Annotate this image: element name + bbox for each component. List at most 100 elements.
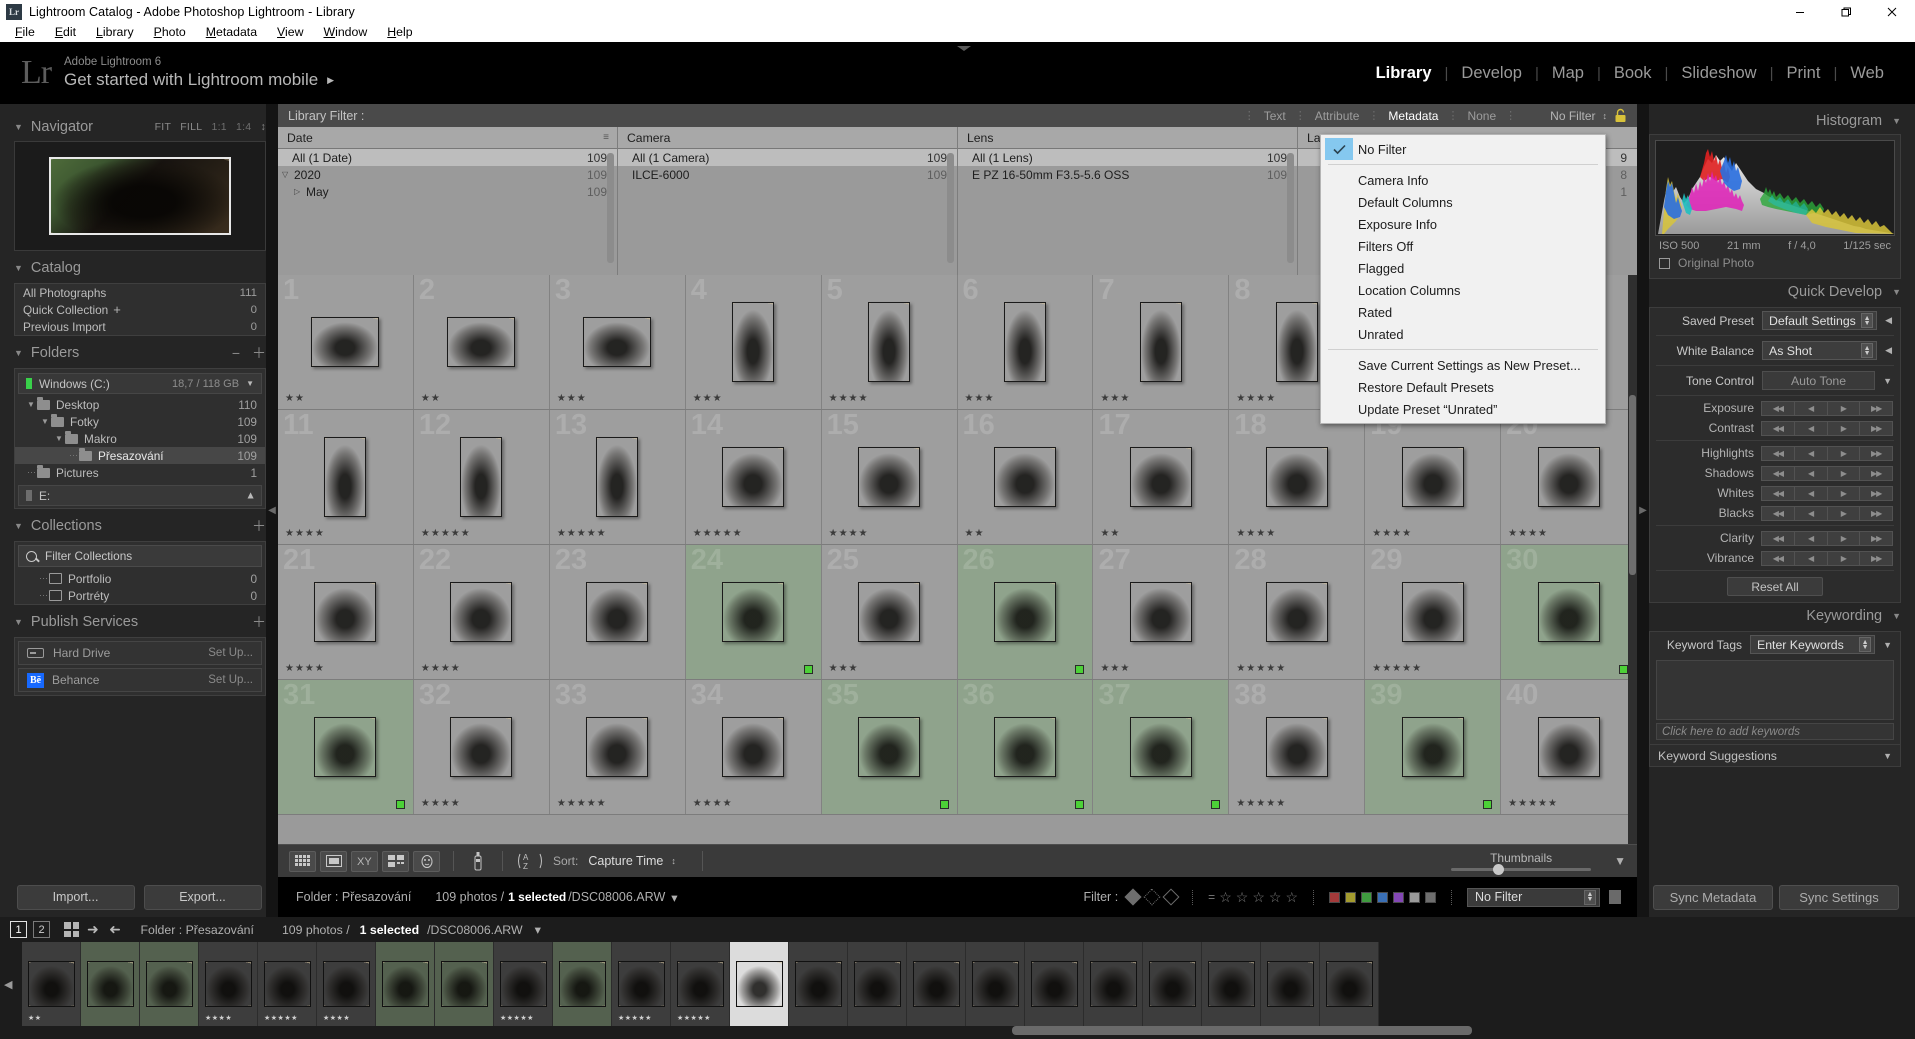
- grid-thumbnail[interactable]: [324, 437, 366, 517]
- filmstrip-thumbnail[interactable]: [1326, 961, 1373, 1007]
- increase-large-button[interactable]: ▶▶: [1859, 506, 1893, 521]
- grid-cell[interactable]: 12★★★★★: [414, 410, 550, 544]
- publish-item-setup[interactable]: Set Up...: [208, 674, 253, 686]
- grid-cell[interactable]: 16★★: [958, 410, 1094, 544]
- menu-window[interactable]: Window: [313, 23, 377, 42]
- grid-cell-rating[interactable]: ★★★: [965, 394, 995, 404]
- filter-row[interactable]: All (1 Date) 109: [278, 149, 617, 166]
- menu-help[interactable]: Help: [377, 23, 422, 42]
- filmstrip-thumbnail[interactable]: [795, 961, 842, 1007]
- grid-thumbnail[interactable]: [994, 582, 1056, 642]
- loupe-view-icon[interactable]: [320, 851, 347, 872]
- decrease-large-button[interactable]: ◀◀: [1761, 531, 1795, 546]
- filmstrip-cell[interactable]: [1320, 942, 1379, 1026]
- filmstrip-cell[interactable]: ★★: [22, 942, 81, 1026]
- zoom-fit[interactable]: FIT: [155, 121, 172, 133]
- survey-view-icon[interactable]: [382, 851, 409, 872]
- filmstrip-thumbnail[interactable]: [854, 961, 901, 1007]
- filter-tab-attribute[interactable]: Attribute: [1306, 109, 1369, 123]
- filter-column-scrollbar[interactable]: [607, 153, 614, 263]
- grid-cell[interactable]: 34★★★★: [686, 680, 822, 814]
- filmstrip-thumbnail[interactable]: [1267, 961, 1314, 1007]
- histogram-chart[interactable]: [1655, 140, 1895, 236]
- checkbox-icon[interactable]: [1659, 258, 1670, 269]
- menu-library[interactable]: Library: [86, 23, 144, 42]
- filmstrip-thumbnail[interactable]: [1149, 961, 1196, 1007]
- sync-settings-button[interactable]: Sync Settings: [1779, 885, 1899, 910]
- filter-row[interactable]: All (1 Camera) 109: [618, 149, 957, 166]
- chevron-left-icon[interactable]: ◀: [1885, 345, 1892, 356]
- color-swatch-blue[interactable]: [1377, 892, 1388, 903]
- grid-cell[interactable]: 3★★★: [550, 275, 686, 409]
- collapsed-indicator-icon[interactable]: ⋯: [39, 573, 49, 584]
- decrease-large-button[interactable]: ◀◀: [1761, 551, 1795, 566]
- grid-cell[interactable]: 22★★★★: [414, 545, 550, 679]
- status-filename-caret-icon[interactable]: ▾: [671, 890, 677, 905]
- stepper-icon[interactable]: ▲▼: [1859, 637, 1871, 652]
- volume-e[interactable]: E: ◀: [18, 485, 262, 506]
- increase-large-button[interactable]: ▶▶: [1859, 446, 1893, 461]
- screen-1-button[interactable]: 1: [10, 921, 27, 938]
- filmstrip-thumbnail[interactable]: [736, 961, 783, 1007]
- add-collection-icon[interactable]: ＋: [252, 516, 266, 536]
- filmstrip-cell-rating[interactable]: ★★★★★: [500, 1014, 534, 1022]
- slider-track[interactable]: [1451, 868, 1591, 871]
- grid-cell[interactable]: 35: [822, 680, 958, 814]
- add-folder-icon[interactable]: ＋: [252, 343, 266, 363]
- filmstrip-thumbnail[interactable]: [1031, 961, 1078, 1007]
- module-web[interactable]: Web: [1837, 64, 1897, 83]
- decrease-large-button[interactable]: ◀◀: [1761, 486, 1795, 501]
- star-equals-icon[interactable]: =: [1208, 890, 1215, 904]
- grid-cell[interactable]: 19★★★★: [1365, 410, 1501, 544]
- filmstrip-thumbnail[interactable]: [323, 961, 370, 1007]
- auto-tone-button[interactable]: Auto Tone: [1762, 371, 1875, 390]
- grid-cell[interactable]: 29★★★★★: [1365, 545, 1501, 679]
- menu-item-unrated[interactable]: Unrated: [1321, 323, 1605, 345]
- folder-item-fotky[interactable]: ▼ Fotky 109: [15, 413, 265, 430]
- filter-column-scrollbar[interactable]: [947, 153, 954, 263]
- filmstrip-cell-rating[interactable]: ★★★★: [323, 1014, 350, 1022]
- grid-thumbnail[interactable]: [1130, 717, 1192, 777]
- grid-thumbnail[interactable]: [858, 717, 920, 777]
- grid-view-icon[interactable]: [289, 851, 316, 872]
- grid-cell-rating[interactable]: ★★★★: [1508, 529, 1548, 539]
- flag-unflagged-icon[interactable]: [1144, 889, 1161, 906]
- grid-cell[interactable]: 1★★: [278, 275, 414, 409]
- filmstrip-thumbnail[interactable]: [677, 961, 724, 1007]
- keyword-add-field[interactable]: Click here to add keywords: [1656, 723, 1894, 740]
- folder-item-makro[interactable]: ▼ Makro 109: [15, 430, 265, 447]
- grid-cell-rating[interactable]: ★★★★: [1236, 529, 1276, 539]
- folder-item-desktop[interactable]: ▼ Desktop 110: [15, 396, 265, 413]
- chevron-down-icon[interactable]: ▼: [1883, 640, 1892, 650]
- increase-small-button[interactable]: ▶: [1827, 401, 1861, 416]
- filter-row[interactable]: E PZ 16-50mm F3.5-5.6 OSS 109: [958, 166, 1297, 183]
- menu-item-exposure-info[interactable]: Exposure Info: [1321, 213, 1605, 235]
- slider-knob[interactable]: [1493, 864, 1504, 875]
- grid-thumbnail[interactable]: [1266, 447, 1328, 507]
- color-swatch-red[interactable]: [1329, 892, 1340, 903]
- filmstrip-thumbnail[interactable]: [87, 961, 134, 1007]
- increase-small-button[interactable]: ▶: [1827, 506, 1861, 521]
- module-develop[interactable]: Develop: [1448, 64, 1535, 83]
- grid-thumbnail[interactable]: [314, 717, 376, 777]
- filmstrip-thumbnail[interactable]: [1090, 961, 1137, 1007]
- compare-view-icon[interactable]: XY: [351, 851, 378, 872]
- filmstrip-cell[interactable]: [553, 942, 612, 1026]
- grid-cell[interactable]: 2★★: [414, 275, 550, 409]
- grid-cell[interactable]: 14★★★★★: [686, 410, 822, 544]
- grid-cell-rating[interactable]: ★★★★★: [1508, 799, 1558, 809]
- menu-view[interactable]: View: [267, 23, 313, 42]
- grid-thumbnail[interactable]: [450, 582, 512, 642]
- grid-cell-rating[interactable]: ★★★★: [829, 394, 869, 404]
- grid-cell[interactable]: 17★★: [1093, 410, 1229, 544]
- menu-metadata[interactable]: Metadata: [196, 23, 267, 42]
- color-label-green-icon[interactable]: [804, 665, 813, 674]
- original-photo-row[interactable]: Original Photo: [1655, 254, 1895, 273]
- filmstrip-cell-rating[interactable]: ★★★★: [205, 1014, 232, 1022]
- filmstrip-thumbnail[interactable]: [618, 961, 665, 1007]
- filter-row[interactable]: ▽ 2020 109: [278, 166, 617, 183]
- catalog-header[interactable]: ▼ Catalog: [14, 256, 266, 280]
- grid-cell[interactable]: 27★★★: [1093, 545, 1229, 679]
- filmstrip-cell-rating[interactable]: ★★★★★: [264, 1014, 298, 1022]
- column-menu-icon[interactable]: ≡: [603, 132, 608, 143]
